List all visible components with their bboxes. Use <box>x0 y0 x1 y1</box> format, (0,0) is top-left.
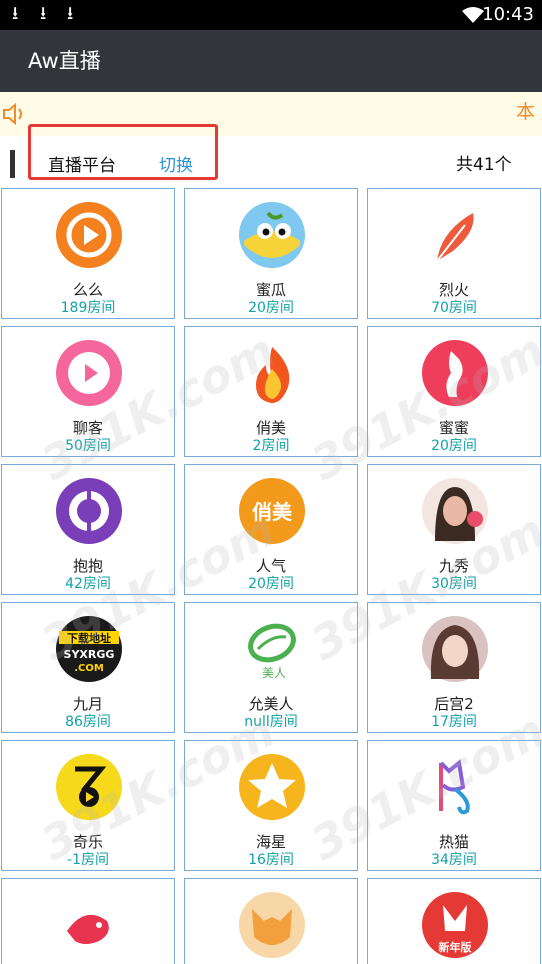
platform-card[interactable] <box>184 878 358 964</box>
melon-face-icon <box>239 202 305 268</box>
platform-card[interactable]: 美人允美人 null房间 <box>184 602 358 733</box>
platform-card[interactable]: 海星 16房间 <box>184 740 358 871</box>
feather-icon <box>436 213 474 262</box>
badge-text: .COM <box>74 663 104 674</box>
qile-logo-icon <box>56 754 122 820</box>
badge-text: SYXRGG <box>64 648 115 661</box>
fish-icon <box>67 914 109 944</box>
room-count: 30房间 <box>431 576 477 592</box>
room-count: 34房间 <box>431 852 477 868</box>
qiaomei-badge-icon: 俏美 <box>239 478 305 544</box>
platform-name: 奇乐 <box>72 833 103 851</box>
fox-icon <box>239 892 305 958</box>
room-count: 42房间 <box>65 576 111 592</box>
download-icon: ⭳ <box>67 3 74 24</box>
section-label: 直播平台 <box>48 156 116 176</box>
platform-card[interactable]: 后宫2 17房间 <box>367 602 541 733</box>
platform-name: 热猫 <box>438 833 469 851</box>
memo-play-icon <box>56 202 122 268</box>
room-count: 50房间 <box>65 438 111 454</box>
room-count: null房间 <box>244 714 298 730</box>
platform-card[interactable]: 蜜瓜 20房间 <box>184 188 358 319</box>
platform-name: 烈火 <box>438 281 469 299</box>
room-count: 17房间 <box>431 714 477 730</box>
wifi-icon <box>462 7 484 23</box>
download-icon: ⭳ <box>12 3 19 24</box>
platform-header: 直播平台 切换 共41个 <box>0 124 542 186</box>
platform-card[interactable]: 抱抱 42房间 <box>1 464 175 595</box>
app-bar: Aw直播 <box>0 30 542 92</box>
platform-card[interactable]: 么么 189房间 <box>1 188 175 319</box>
platform-name: 抱抱 <box>72 557 103 575</box>
platform-card[interactable]: 蜜蜜 20房间 <box>367 326 541 457</box>
platform-name: 俏美 <box>255 419 286 437</box>
room-count: 2房间 <box>252 438 290 454</box>
platform-name: 九秀 <box>438 557 469 575</box>
platform-name: 人气 <box>255 557 286 575</box>
room-count: 20房间 <box>248 300 294 316</box>
platform-card[interactable] <box>1 878 175 964</box>
platform-name: 蜜蜜 <box>438 419 469 437</box>
room-count: 70房间 <box>431 300 477 316</box>
platform-name: 允美人 <box>248 695 294 713</box>
yunmeiren-logo-icon: 美人 <box>248 623 296 680</box>
platform-card[interactable]: 奇乐 -1房间 <box>1 740 175 871</box>
dancer-icon <box>422 340 488 406</box>
room-count: -1房间 <box>67 852 109 868</box>
platform-card[interactable]: 新年版 <box>367 878 541 964</box>
status-bar: ⭳ ⭳ ⭳ 10:43 <box>0 0 542 30</box>
switch-button[interactable]: 切换 <box>159 151 193 176</box>
badge-text: 俏美 <box>252 500 293 524</box>
app-title: Aw直播 <box>28 49 101 73</box>
room-count: 16房间 <box>248 852 294 868</box>
platform-name: 九月 <box>72 695 103 713</box>
download-icon: ⭳ <box>40 3 47 24</box>
new-year-logo-icon: 新年版 <box>422 892 488 958</box>
platform-card[interactable]: 俏美人气 20房间 <box>184 464 358 595</box>
platform-name: 蜜瓜 <box>255 281 286 299</box>
platform-card[interactable]: 聊客 50房间 <box>1 326 175 457</box>
platform-card[interactable]: 热猫 34房间 <box>367 740 541 871</box>
platform-card[interactable]: 烈火 70房间 <box>367 188 541 319</box>
platform-name: 海星 <box>255 833 286 851</box>
platform-grid: 么么 189房间 蜜瓜 20房间 烈火 70房间 聊客 50房间 俏美 2房间 蜜蜜 20房间 抱抱 42… <box>0 186 542 964</box>
download-site-badge-icon: 下载地址 SYXRGG .COM <box>56 616 122 682</box>
room-count: 20房间 <box>431 438 477 454</box>
ring-icon <box>56 478 122 544</box>
avatar-woman-icon <box>422 616 488 682</box>
platform-name: 么么 <box>72 281 103 299</box>
clock: 10:43 <box>482 4 534 25</box>
platform-card[interactable]: 九秀 30房间 <box>367 464 541 595</box>
room-count: 189房间 <box>60 300 116 316</box>
chat-play-icon <box>56 340 122 406</box>
platform-name: 后宫2 <box>434 695 474 713</box>
section-indicator <box>10 150 15 178</box>
badge-text: 新年版 <box>439 940 472 954</box>
speaker-icon <box>3 103 22 125</box>
room-count: 20房间 <box>248 576 294 592</box>
badge-text: 下载地址 <box>67 631 111 645</box>
platform-name: 聊客 <box>72 419 103 437</box>
cat-logo-icon <box>439 759 470 815</box>
platform-card[interactable]: 下载地址 SYXRGG .COM 九月 86房间 <box>1 602 175 733</box>
star-icon <box>239 754 305 820</box>
avatar-girl-icon <box>422 478 488 544</box>
room-count: 86房间 <box>65 714 111 730</box>
notice-text: 本 <box>516 101 536 123</box>
platform-card[interactable]: 俏美 2房间 <box>184 326 358 457</box>
badge-text: 美人 <box>262 666 286 680</box>
flame-icon <box>256 347 290 403</box>
total-count: 共41个 <box>456 155 512 175</box>
